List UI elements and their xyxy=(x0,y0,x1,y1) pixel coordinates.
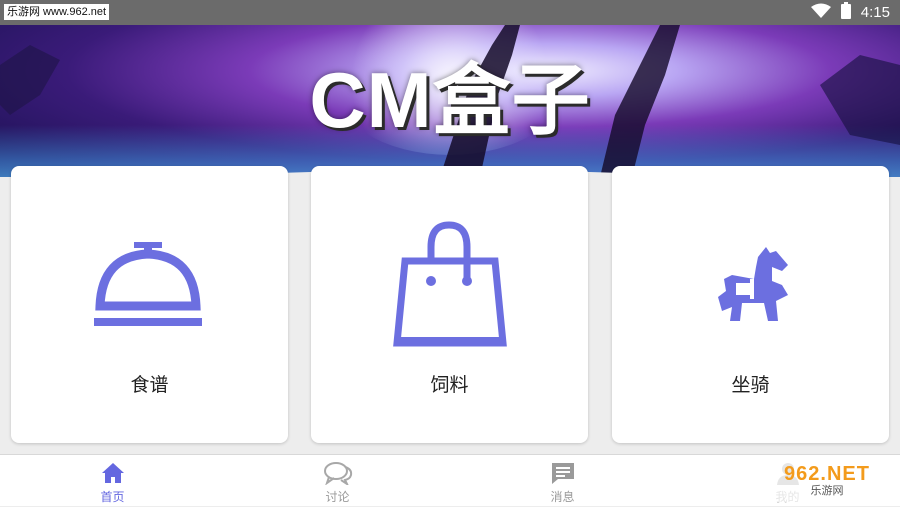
watermark-logo-text: 962.NET xyxy=(784,463,870,485)
app-title: CM盒子 xyxy=(309,56,591,144)
serving-cloche-icon xyxy=(11,216,288,356)
tab-label-discussion: 讨论 xyxy=(325,490,350,504)
home-icon xyxy=(0,460,225,486)
horse-icon xyxy=(612,216,889,356)
shopping-bag-icon xyxy=(311,216,588,356)
card-feed[interactable]: 饲料 xyxy=(311,166,588,443)
chat-bubbles-icon xyxy=(225,460,450,486)
watermark-logo-subtitle: 乐游网 xyxy=(810,484,844,497)
status-bar: 乐游网 www.962.net 4:15 xyxy=(0,0,900,25)
tab-discussion[interactable]: 讨论 xyxy=(225,455,450,507)
message-icon xyxy=(450,460,675,486)
watermark-url: 乐游网 www.962.net xyxy=(4,4,110,20)
card-label-mounts: 坐骑 xyxy=(731,374,770,396)
tab-home[interactable]: 首页 xyxy=(0,455,225,507)
card-mounts[interactable]: 坐骑 xyxy=(612,166,889,443)
wifi-icon xyxy=(810,3,831,23)
card-label-recipes: 食谱 xyxy=(130,374,169,396)
tab-label-home: 首页 xyxy=(100,490,125,504)
card-label-feed: 饲料 xyxy=(430,374,469,396)
card-recipes[interactable]: 食谱 xyxy=(11,166,288,443)
tab-messages[interactable]: 消息 xyxy=(450,455,675,507)
status-icons: 4:15 xyxy=(810,2,890,23)
watermark-logo: 962.NET 乐游网 xyxy=(760,460,894,502)
battery-icon xyxy=(840,2,851,23)
header-banner: CM盒子 xyxy=(0,25,900,177)
status-time: 4:15 xyxy=(860,4,890,21)
tab-label-messages: 消息 xyxy=(550,490,575,504)
